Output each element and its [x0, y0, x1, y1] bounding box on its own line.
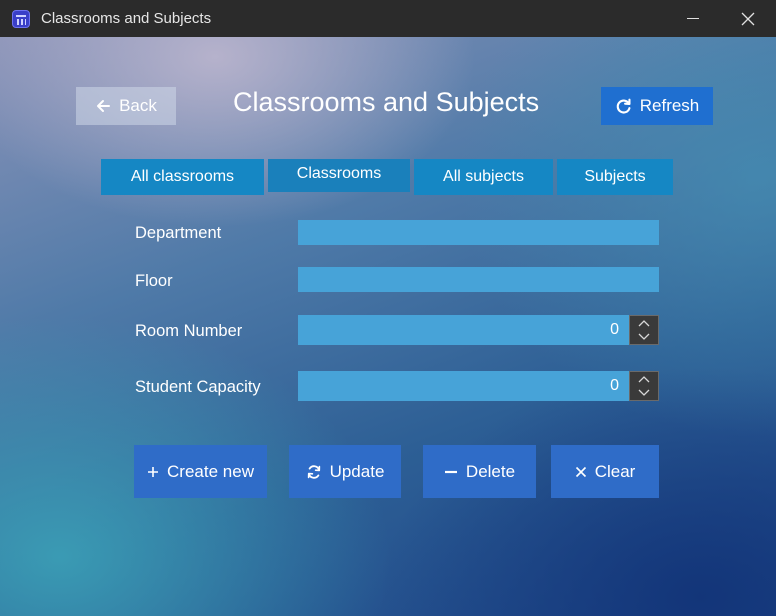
- tab-all-classrooms[interactable]: All classrooms: [101, 159, 264, 195]
- floor-label: Floor: [135, 272, 173, 290]
- close-button[interactable]: [725, 0, 771, 37]
- back-button[interactable]: Back: [76, 87, 176, 125]
- delete-label: Delete: [465, 461, 516, 481]
- refresh-label: Refresh: [639, 96, 700, 115]
- clear-button[interactable]: Clear: [551, 445, 659, 498]
- room-number-stepper[interactable]: 0: [298, 315, 659, 345]
- delete-button[interactable]: Delete: [423, 445, 536, 498]
- page-title: Classrooms and Subjects: [233, 87, 540, 117]
- tab-all-subjects[interactable]: All subjects: [414, 159, 553, 195]
- close-icon: [741, 12, 755, 25]
- chevron-down-icon[interactable]: [630, 330, 658, 344]
- department-label: Department: [135, 224, 222, 242]
- update-button[interactable]: Update: [289, 445, 401, 498]
- window-title: Classrooms and Subjects: [41, 10, 212, 27]
- sync-icon: [307, 464, 320, 479]
- minimize-button[interactable]: [670, 0, 716, 37]
- room-number-spin-buttons[interactable]: [629, 315, 659, 345]
- title-bar: Classrooms and Subjects: [0, 0, 776, 37]
- student-capacity-stepper[interactable]: 0: [298, 371, 659, 401]
- close-icon: [575, 466, 586, 477]
- department-field[interactable]: [298, 220, 659, 245]
- minus-icon: [444, 470, 457, 473]
- floor-field[interactable]: [298, 267, 659, 292]
- create-new-label: Create new: [167, 461, 254, 481]
- clear-label: Clear: [594, 461, 636, 481]
- student-capacity-label: Student Capacity: [135, 378, 261, 396]
- plus-icon: [148, 466, 159, 477]
- student-capacity-input[interactable]: 0: [298, 371, 629, 401]
- room-number-label: Room Number: [135, 322, 243, 340]
- update-label: Update: [329, 461, 385, 481]
- room-number-input[interactable]: 0: [298, 315, 629, 345]
- minimize-icon: [687, 18, 699, 19]
- student-capacity-spin-buttons[interactable]: [629, 371, 659, 401]
- chevron-up-icon[interactable]: [630, 316, 658, 330]
- calendar-icon: [12, 10, 30, 28]
- back-label: Back: [119, 96, 157, 115]
- chevron-down-icon[interactable]: [630, 386, 658, 400]
- refresh-icon: [616, 98, 631, 114]
- create-new-button[interactable]: Create new: [134, 445, 267, 498]
- refresh-button[interactable]: Refresh: [601, 87, 713, 125]
- chevron-up-icon[interactable]: [630, 372, 658, 386]
- arrow-left-icon: [97, 100, 111, 112]
- tab-classrooms[interactable]: Classrooms: [268, 159, 410, 192]
- main-content: Back Classrooms and Subjects Refresh All…: [0, 37, 776, 616]
- tab-subjects[interactable]: Subjects: [557, 159, 673, 195]
